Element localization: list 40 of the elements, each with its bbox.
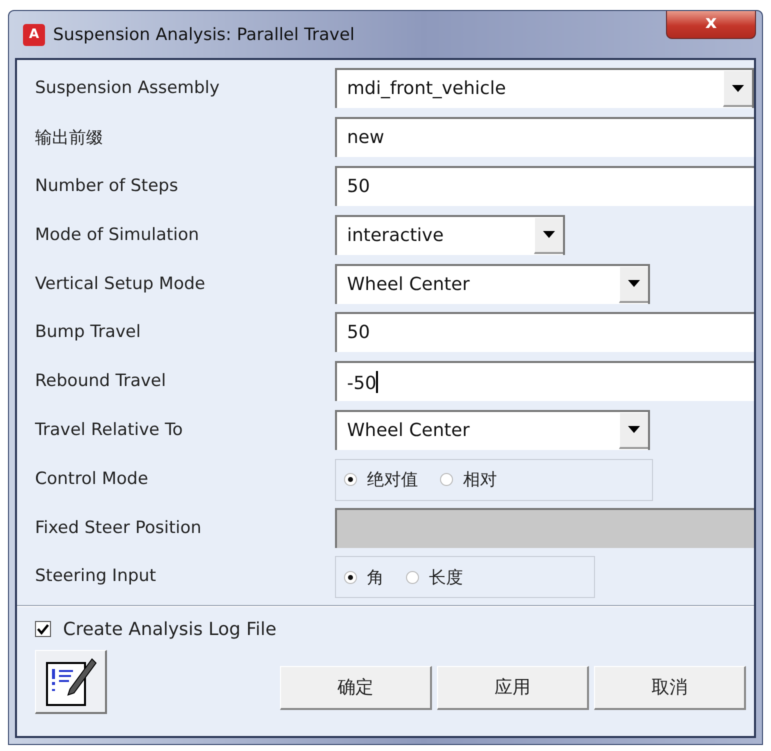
field-label: Bump Travel [34, 322, 142, 342]
dropdown[interactable]: mdi_front_vehicle [335, 68, 754, 108]
field-label: 输出前缀 [34, 126, 104, 149]
radio-option[interactable]: 绝对值 [344, 468, 418, 492]
field-label: Control Mode [34, 468, 150, 489]
radio-button[interactable] [344, 570, 357, 584]
text-field[interactable]: 50 [335, 312, 754, 352]
field-label: Suspension Assembly [34, 78, 221, 98]
radio-button[interactable] [406, 570, 419, 584]
text-field[interactable]: 50 [335, 166, 754, 206]
text-field[interactable]: new [335, 117, 754, 158]
caret-icon [628, 280, 640, 288]
radio-option[interactable]: 角 [344, 566, 384, 589]
dialog-button[interactable]: 取消 [594, 666, 746, 710]
dropdown[interactable]: Wheel Center [335, 264, 650, 304]
window-title: Suspension Analysis: Parallel Travel [53, 24, 356, 44]
edit-log-button[interactable] [35, 650, 107, 714]
dialog-button[interactable]: 确定 [280, 666, 432, 710]
radio-option[interactable]: 长度 [406, 566, 463, 589]
field-label: Number of Steps [34, 176, 180, 196]
caret-icon [543, 231, 555, 238]
field-label: Mode of Simulation [34, 224, 200, 245]
field-label: Steering Input [34, 566, 158, 586]
field-label: Travel Relative To [34, 420, 184, 440]
dropdown[interactable]: interactive [335, 214, 565, 255]
field-label: Fixed Steer Position [34, 518, 202, 538]
radio-option[interactable]: 相对 [440, 468, 497, 492]
caret-icon [732, 84, 744, 92]
field-label: Rebound Travel [34, 371, 167, 392]
caret-icon [628, 426, 640, 434]
app-icon: A [23, 24, 45, 46]
checkbox-option[interactable]: Create Analysis Log File [35, 618, 754, 640]
text-field[interactable]: -50 [335, 361, 754, 402]
radio-button[interactable] [440, 473, 453, 486]
dropdown[interactable]: Wheel Center [335, 410, 650, 450]
checkbox[interactable] [35, 621, 51, 638]
radio-button[interactable] [344, 473, 357, 486]
field-label: Vertical Setup Mode [34, 274, 206, 294]
close-button[interactable]: x [666, 11, 756, 39]
dialog-button[interactable]: 应用 [437, 666, 589, 710]
